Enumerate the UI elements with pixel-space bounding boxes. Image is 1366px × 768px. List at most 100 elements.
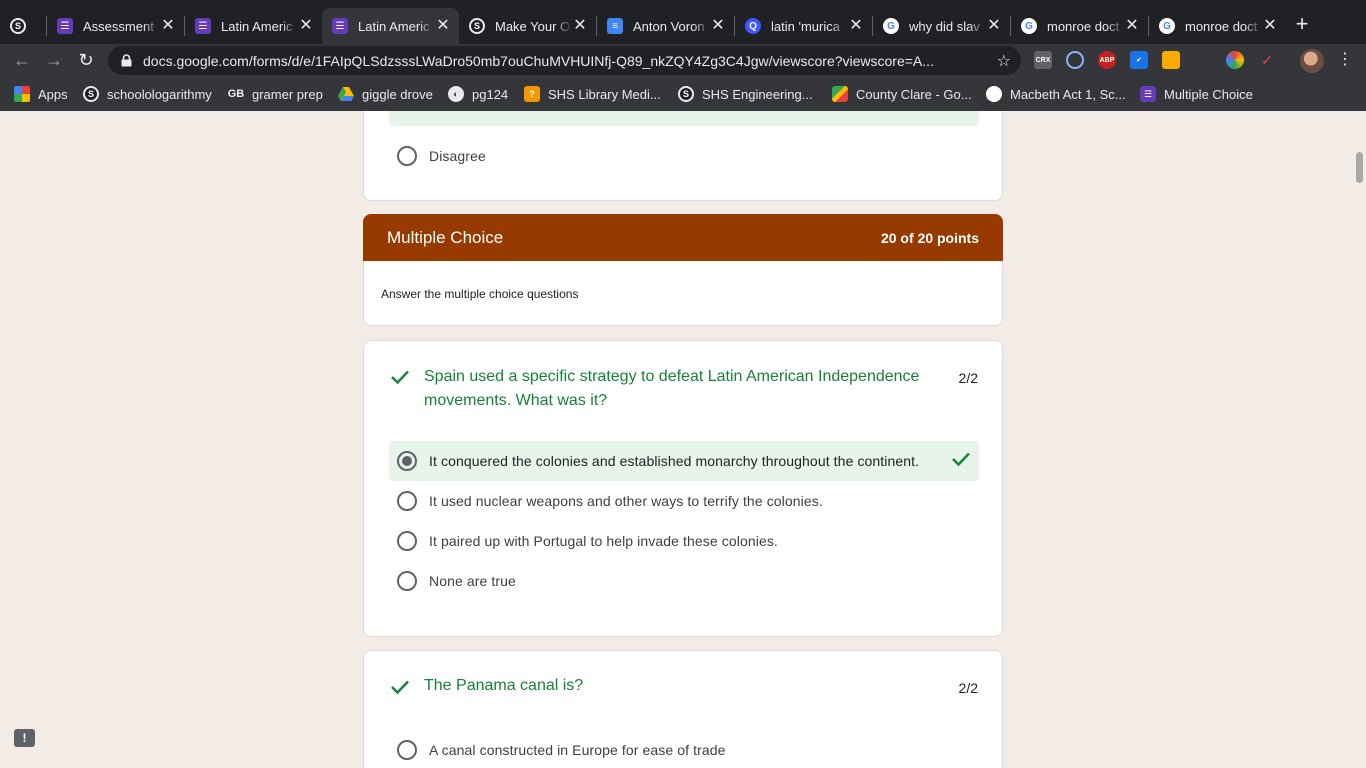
- radio-button-checked: [397, 451, 417, 471]
- close-icon[interactable]: ✕: [1124, 18, 1140, 34]
- bookmark-macbeth[interactable]: Macbeth Act 1, Sc...: [986, 85, 1126, 103]
- bookmark-giggle-drove[interactable]: giggle drove: [338, 85, 433, 103]
- schoology-icon: S: [678, 86, 694, 102]
- color-wheel-extension-icon[interactable]: [1226, 51, 1244, 69]
- tab-anton-voron[interactable]: ≡ Anton Voron ✕: [597, 8, 734, 44]
- option: It paired up with Portugal to help invad…: [389, 521, 979, 561]
- bookmark-label: schoolologarithmy: [107, 86, 212, 102]
- tab-schoology[interactable]: S: [0, 8, 46, 44]
- close-icon[interactable]: ✕: [848, 18, 864, 34]
- pen-extension-icon[interactable]: ✓: [1258, 51, 1276, 69]
- bookmark-multiple-choice[interactable]: ☰ Multiple Choice: [1140, 85, 1253, 103]
- bookmark-label: County Clare - Go...: [856, 86, 972, 102]
- close-icon[interactable]: ✕: [1262, 18, 1278, 34]
- option-label: A canal constructed in Europe for ease o…: [429, 742, 726, 758]
- tab-latin-murica[interactable]: Q latin 'murica ✕: [735, 8, 872, 44]
- bookmark-label: giggle drove: [362, 86, 433, 102]
- radio-button: [397, 491, 417, 511]
- close-icon[interactable]: ✕: [710, 18, 726, 34]
- maps-icon: [832, 86, 848, 102]
- radio-button: [397, 740, 417, 760]
- bookmark-county-clare[interactable]: County Clare - Go...: [832, 85, 972, 103]
- google-icon: G: [1021, 18, 1037, 34]
- bookmark-label: SHS Library Medi...: [548, 86, 661, 102]
- checkmark-icon: [390, 369, 410, 390]
- address-bar[interactable]: docs.google.com/forms/d/e/1FAIpQLSdzsssL…: [108, 46, 1021, 75]
- close-icon[interactable]: ✕: [298, 18, 314, 34]
- question-card: The Panama canal is? 2/2 A canal constru…: [363, 650, 1003, 768]
- adblock-plus-icon[interactable]: ABP: [1098, 51, 1116, 69]
- chart-icon: [986, 86, 1002, 102]
- question-points: 2/2: [958, 680, 978, 696]
- bookmarks-bar: Apps S schoolologarithmy GB gramer prep …: [0, 77, 1366, 111]
- tab-latin-america-active[interactable]: ☰ Latin Americ ✕: [322, 8, 459, 44]
- close-icon[interactable]: ✕: [572, 18, 588, 34]
- docs-icon: ≡: [607, 18, 623, 34]
- tab-title: Anton Voron: [633, 18, 705, 34]
- correct-checkmark-icon: [951, 451, 971, 472]
- tab-title: Latin Americ: [221, 18, 293, 34]
- option-label: It used nuclear weapons and other ways t…: [429, 493, 823, 509]
- tab-title: latin 'murica: [771, 18, 840, 34]
- tab-monroe-1[interactable]: G monroe doct ✕: [1011, 8, 1148, 44]
- section-description: Answer the multiple choice questions: [381, 287, 579, 301]
- option-label: It paired up with Portugal to help invad…: [429, 533, 778, 549]
- close-icon[interactable]: ✕: [160, 18, 176, 34]
- tab-make-your[interactable]: S Make Your O ✕: [459, 8, 596, 44]
- profile-avatar[interactable]: [1300, 49, 1324, 73]
- back-arrow-icon[interactable]: ←: [12, 50, 32, 70]
- bookmark-label: Apps: [38, 86, 68, 102]
- crx-extension-icon[interactable]: CRX: [1034, 51, 1052, 69]
- new-tab-button[interactable]: +: [1291, 13, 1313, 36]
- close-icon[interactable]: ✕: [986, 18, 1002, 34]
- tab-title: Assessment: [83, 18, 154, 34]
- bookmark-shs-library[interactable]: ? SHS Library Medi...: [524, 85, 661, 103]
- option-label: None are true: [429, 573, 516, 589]
- forms-icon: ☰: [332, 18, 348, 34]
- option-label: It conquered the colonies and establishe…: [429, 453, 920, 469]
- close-icon[interactable]: ✕: [435, 18, 451, 34]
- form-page: Disagree Multiple Choice 20 of 20 points…: [0, 111, 1366, 768]
- schoology-icon: S: [469, 18, 485, 34]
- tab-strip: S ☰ Assessment ✕ ☰ Latin Americ ✕ ☰ Lati…: [0, 0, 1366, 44]
- question-points: 2/2: [958, 370, 978, 386]
- bookmark-label: gramer prep: [252, 86, 323, 102]
- option: It used nuclear weapons and other ways t…: [389, 481, 979, 521]
- bookmark-gramer-prep[interactable]: GB gramer prep: [228, 85, 323, 103]
- more-menu-icon[interactable]: ⋮: [1337, 50, 1353, 70]
- checkmark-extension-icon[interactable]: ✔: [1130, 51, 1148, 69]
- bookmark-star-icon[interactable]: ☆: [997, 51, 1011, 71]
- scrollbar-thumb[interactable]: [1356, 152, 1363, 183]
- bookmark-apps[interactable]: Apps: [14, 85, 68, 103]
- question-title: Spain used a specific strategy to defeat…: [424, 368, 920, 409]
- checkmark-icon: [390, 679, 410, 700]
- drive-icon: [338, 86, 354, 102]
- tab-latin-america-1[interactable]: ☰ Latin Americ ✕: [185, 8, 322, 44]
- bookmark-pg124[interactable]: ◐ pg124: [448, 85, 508, 103]
- tab-assessment[interactable]: ☰ Assessment ✕: [47, 8, 184, 44]
- schoology-icon: S: [10, 18, 26, 34]
- option-label: Disagree: [429, 148, 486, 164]
- box-extension-icon[interactable]: [1162, 51, 1180, 69]
- option: A canal constructed in Europe for ease o…: [389, 730, 979, 768]
- tab-title: monroe doct: [1185, 18, 1258, 34]
- bookmark-shs-engineering[interactable]: S SHS Engineering...: [678, 85, 813, 103]
- reload-icon[interactable]: ↻: [76, 50, 96, 70]
- radio-button: [397, 531, 417, 551]
- tab-title: Latin Americ: [358, 18, 430, 34]
- forms-icon: ☰: [1140, 86, 1156, 102]
- bookmark-label: SHS Engineering...: [702, 86, 813, 102]
- owl-extension-icon[interactable]: [1066, 51, 1084, 69]
- tab-why-did-slav[interactable]: G why did slav ✕: [873, 8, 1010, 44]
- browser-toolbar: ← → ↻ docs.google.com/forms/d/e/1FAIpQLS…: [0, 44, 1366, 77]
- url-text[interactable]: docs.google.com/forms/d/e/1FAIpQLSdzsssL…: [143, 53, 981, 69]
- section-title: Multiple Choice: [387, 228, 504, 247]
- report-problem-button[interactable]: !: [14, 729, 35, 747]
- lock-icon: [120, 54, 132, 68]
- forward-arrow-icon[interactable]: →: [44, 50, 64, 70]
- hidden-extension-icon[interactable]: [1194, 51, 1212, 69]
- globe-icon: ◐: [448, 86, 464, 102]
- bookmark-schoolologarithmy[interactable]: S schoolologarithmy: [83, 85, 212, 103]
- tab-monroe-2[interactable]: G monroe doct ✕: [1149, 8, 1286, 44]
- section-description-card: Answer the multiple choice questions: [363, 261, 1003, 326]
